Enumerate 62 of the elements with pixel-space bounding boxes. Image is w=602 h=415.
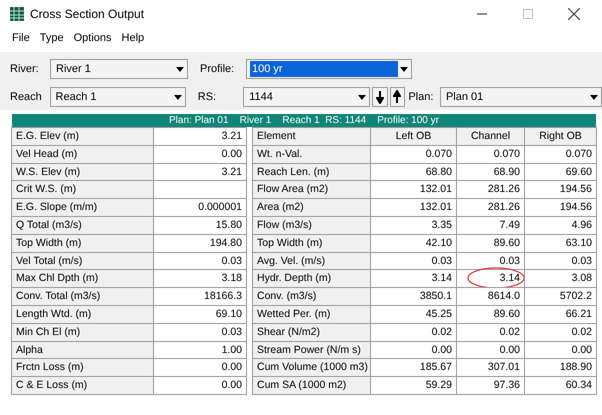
column-header: Left OB bbox=[370, 127, 457, 146]
row-label: Top Width (m) bbox=[252, 234, 371, 253]
down-arrow-icon bbox=[376, 90, 384, 104]
field-label: River: bbox=[10, 63, 40, 75]
table-cell: 15.80 bbox=[153, 216, 247, 235]
window-title: Cross Section Output bbox=[30, 7, 146, 21]
table-cell: 0.00 bbox=[153, 376, 247, 395]
row-label: Shear (N/m2) bbox=[252, 322, 371, 342]
menu-item[interactable]: Options bbox=[74, 32, 112, 44]
table-cell: 0.000001 bbox=[153, 198, 247, 217]
row-label: Conv. Total (m3/s) bbox=[11, 287, 154, 306]
table-cell: 3.08 bbox=[524, 269, 597, 288]
table-cell: 18166.3 bbox=[153, 287, 247, 306]
row-label: Element bbox=[252, 127, 371, 146]
table-cell: 3.21 bbox=[153, 127, 247, 146]
dropdown-field[interactable]: Plan 01 bbox=[440, 87, 602, 107]
field-label: Plan: bbox=[408, 91, 434, 103]
row-label: Flow (m3/s) bbox=[252, 216, 371, 235]
row-label: Wetted Per. (m) bbox=[252, 304, 371, 324]
row-label: C & E Loss (m) bbox=[11, 376, 154, 395]
row-label: Cum SA (1000 m2) bbox=[252, 376, 371, 395]
table-cell: 0.00 bbox=[153, 144, 247, 164]
row-label: Max Chl Dpth (m) bbox=[11, 269, 154, 288]
app-icon bbox=[10, 7, 24, 21]
dropdown-field[interactable]: Reach 1 bbox=[50, 87, 186, 107]
column-header: Channel bbox=[456, 127, 525, 146]
up-arrow-button[interactable] bbox=[390, 87, 406, 107]
field-label: Reach bbox=[10, 91, 43, 103]
row-label: Cum Volume (1000 m3) bbox=[252, 358, 371, 378]
dropdown-field[interactable]: River 1 bbox=[50, 59, 188, 79]
table-cell: 60.34 bbox=[524, 376, 597, 395]
column-header: Right OB bbox=[524, 127, 597, 146]
field-label: RS: bbox=[198, 91, 218, 103]
row-label: Frctn Loss (m) bbox=[11, 358, 154, 378]
row-label: Flow Area (m2) bbox=[252, 180, 371, 200]
dropdown-field[interactable]: 100 yr bbox=[246, 59, 412, 79]
row-label: Length Wtd. (m) bbox=[11, 304, 154, 324]
table-cell: 194.80 bbox=[153, 234, 247, 253]
dropdown-field[interactable]: 1144 bbox=[243, 87, 370, 107]
menu-item[interactable]: File bbox=[12, 32, 30, 44]
table-cell: 59.29 bbox=[370, 376, 457, 395]
row-label: Conv. (m3/s) bbox=[252, 287, 371, 306]
summary-banner: Plan: Plan 01 River 1 Reach 1 RS: 1144 Profile: 100 yr bbox=[12, 114, 596, 127]
field-label: Profile: bbox=[200, 63, 236, 75]
table-cell: 0.03 bbox=[153, 322, 247, 342]
menu-item[interactable]: Type bbox=[40, 32, 64, 44]
row-label: Crit W.S. (m) bbox=[11, 180, 154, 200]
row-label: E.G. Slope (m/m) bbox=[11, 198, 154, 217]
menu-item[interactable]: Help bbox=[122, 32, 144, 44]
table-cell: 69.10 bbox=[153, 304, 247, 324]
down-arrow-button[interactable] bbox=[372, 87, 388, 107]
row-label: Hydr. Depth (m) bbox=[252, 269, 371, 288]
up-arrow-icon bbox=[393, 90, 402, 104]
row-label: Top Width (m) bbox=[11, 234, 154, 253]
row-label: E.G. Elev (m) bbox=[11, 127, 154, 146]
row-label: Min Ch El (m) bbox=[11, 322, 154, 342]
row-label: Q Total (m3/s) bbox=[11, 216, 154, 235]
row-label: Wt. n-Val. bbox=[252, 144, 371, 164]
row-label: Vel Head (m) bbox=[11, 144, 154, 164]
table-cell: 0.00 bbox=[153, 358, 247, 378]
row-label: Area (m2) bbox=[252, 198, 371, 217]
table-cell: 3.18 bbox=[153, 269, 247, 288]
